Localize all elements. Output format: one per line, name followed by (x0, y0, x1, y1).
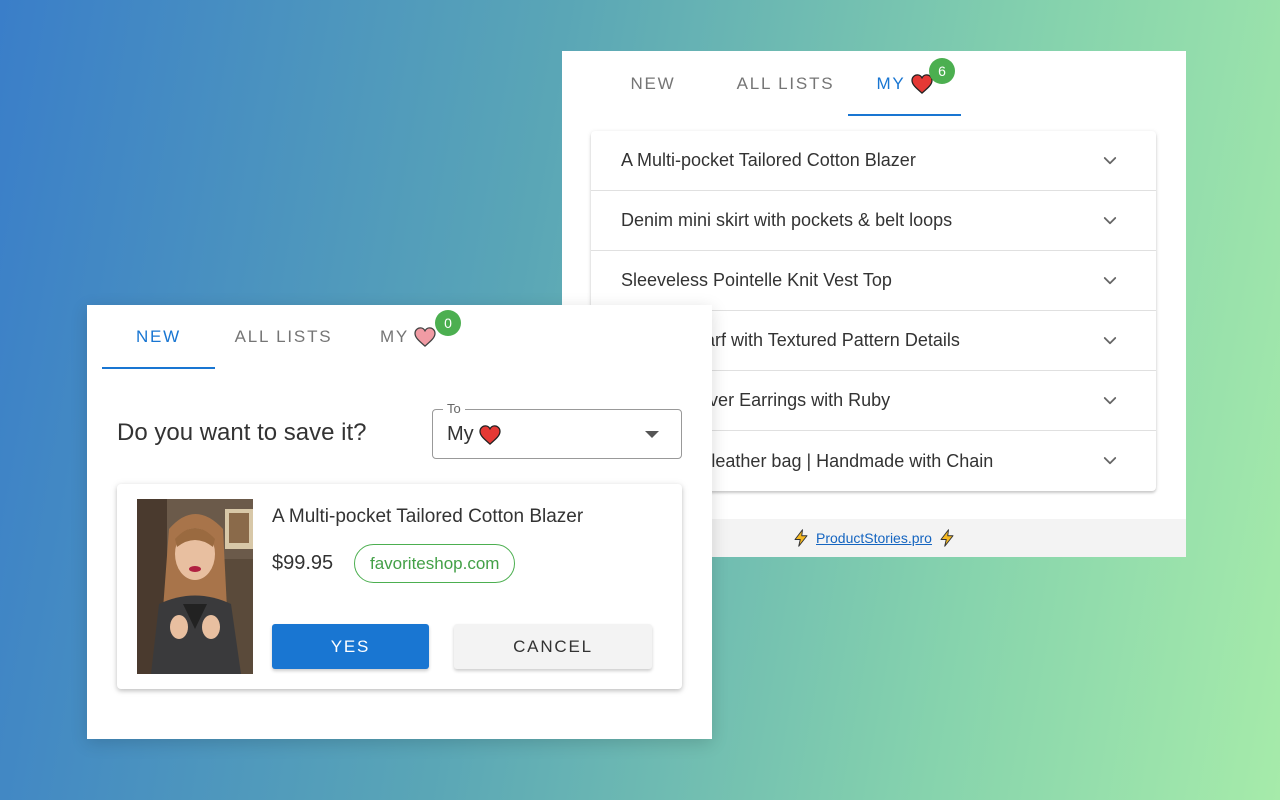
tab-my-favorites[interactable]: MY 6 (848, 51, 961, 116)
tab-my-favorites[interactable]: MY 0 (352, 305, 464, 369)
product-photo (137, 499, 253, 674)
product-price: $99.95 (272, 552, 334, 574)
tab-label: MY (379, 327, 410, 346)
tab-new[interactable]: NEW (583, 51, 723, 116)
chevron-down-icon[interactable] (1101, 272, 1119, 290)
tab-new[interactable]: NEW (102, 305, 215, 369)
shop-chip[interactable]: favoriteshop.com (354, 544, 516, 583)
tab-label: MY (876, 73, 906, 93)
list-item[interactable]: Denim mini skirt with pockets & belt loo… (591, 191, 1156, 251)
heart-icon (479, 425, 501, 445)
tab-label: NEW (630, 73, 676, 93)
list-select[interactable]: To My (432, 401, 682, 459)
lightning-icon (792, 529, 810, 547)
count-badge: 6 (929, 58, 955, 84)
item-title: A Multi-pocket Tailored Cotton Blazer (621, 150, 916, 170)
tab-bar: NEW ALL LISTS MY 6 (562, 51, 1186, 116)
list-item[interactable]: A Multi-pocket Tailored Cotton Blazer (591, 131, 1156, 191)
tab-label: ALL LISTS (736, 73, 835, 93)
tab-all-lists[interactable]: ALL LISTS (215, 305, 352, 369)
count-badge: 0 (435, 310, 461, 336)
chevron-down-icon[interactable] (1101, 152, 1119, 170)
heart-icon (414, 327, 436, 347)
tab-all-lists[interactable]: ALL LISTS (723, 51, 848, 116)
tab-label: ALL LISTS (234, 327, 333, 346)
cancel-button[interactable]: CANCEL (454, 624, 652, 669)
item-title: Denim mini skirt with pockets & belt loo… (621, 210, 953, 230)
footer-link[interactable]: ProductStories.pro (816, 530, 932, 546)
list-item[interactable]: Sleeveless Pointelle Knit Vest Top (591, 251, 1156, 311)
dropdown-caret-icon (645, 431, 659, 438)
item-title: Sleeveless Pointelle Knit Vest Top (621, 270, 892, 290)
select-value-text: My (447, 423, 474, 445)
chevron-down-icon[interactable] (1101, 212, 1119, 230)
chevron-down-icon[interactable] (1101, 332, 1119, 350)
yes-button[interactable]: YES (272, 624, 429, 669)
save-item-panel: NEW ALL LISTS MY 0 Do you want to save i… (87, 305, 712, 739)
lightning-icon (938, 529, 956, 547)
chevron-down-icon[interactable] (1101, 452, 1119, 470)
select-value: My (447, 423, 501, 446)
product-title: A Multi-pocket Tailored Cotton Blazer (272, 506, 584, 527)
chevron-down-icon[interactable] (1101, 392, 1119, 410)
tab-bar: NEW ALL LISTS MY 0 (87, 305, 712, 369)
product-card: A Multi-pocket Tailored Cotton Blazer $9… (117, 484, 682, 689)
tab-label: NEW (135, 327, 182, 346)
save-question: Do you want to save it? (117, 419, 367, 446)
select-legend: To (443, 401, 465, 416)
